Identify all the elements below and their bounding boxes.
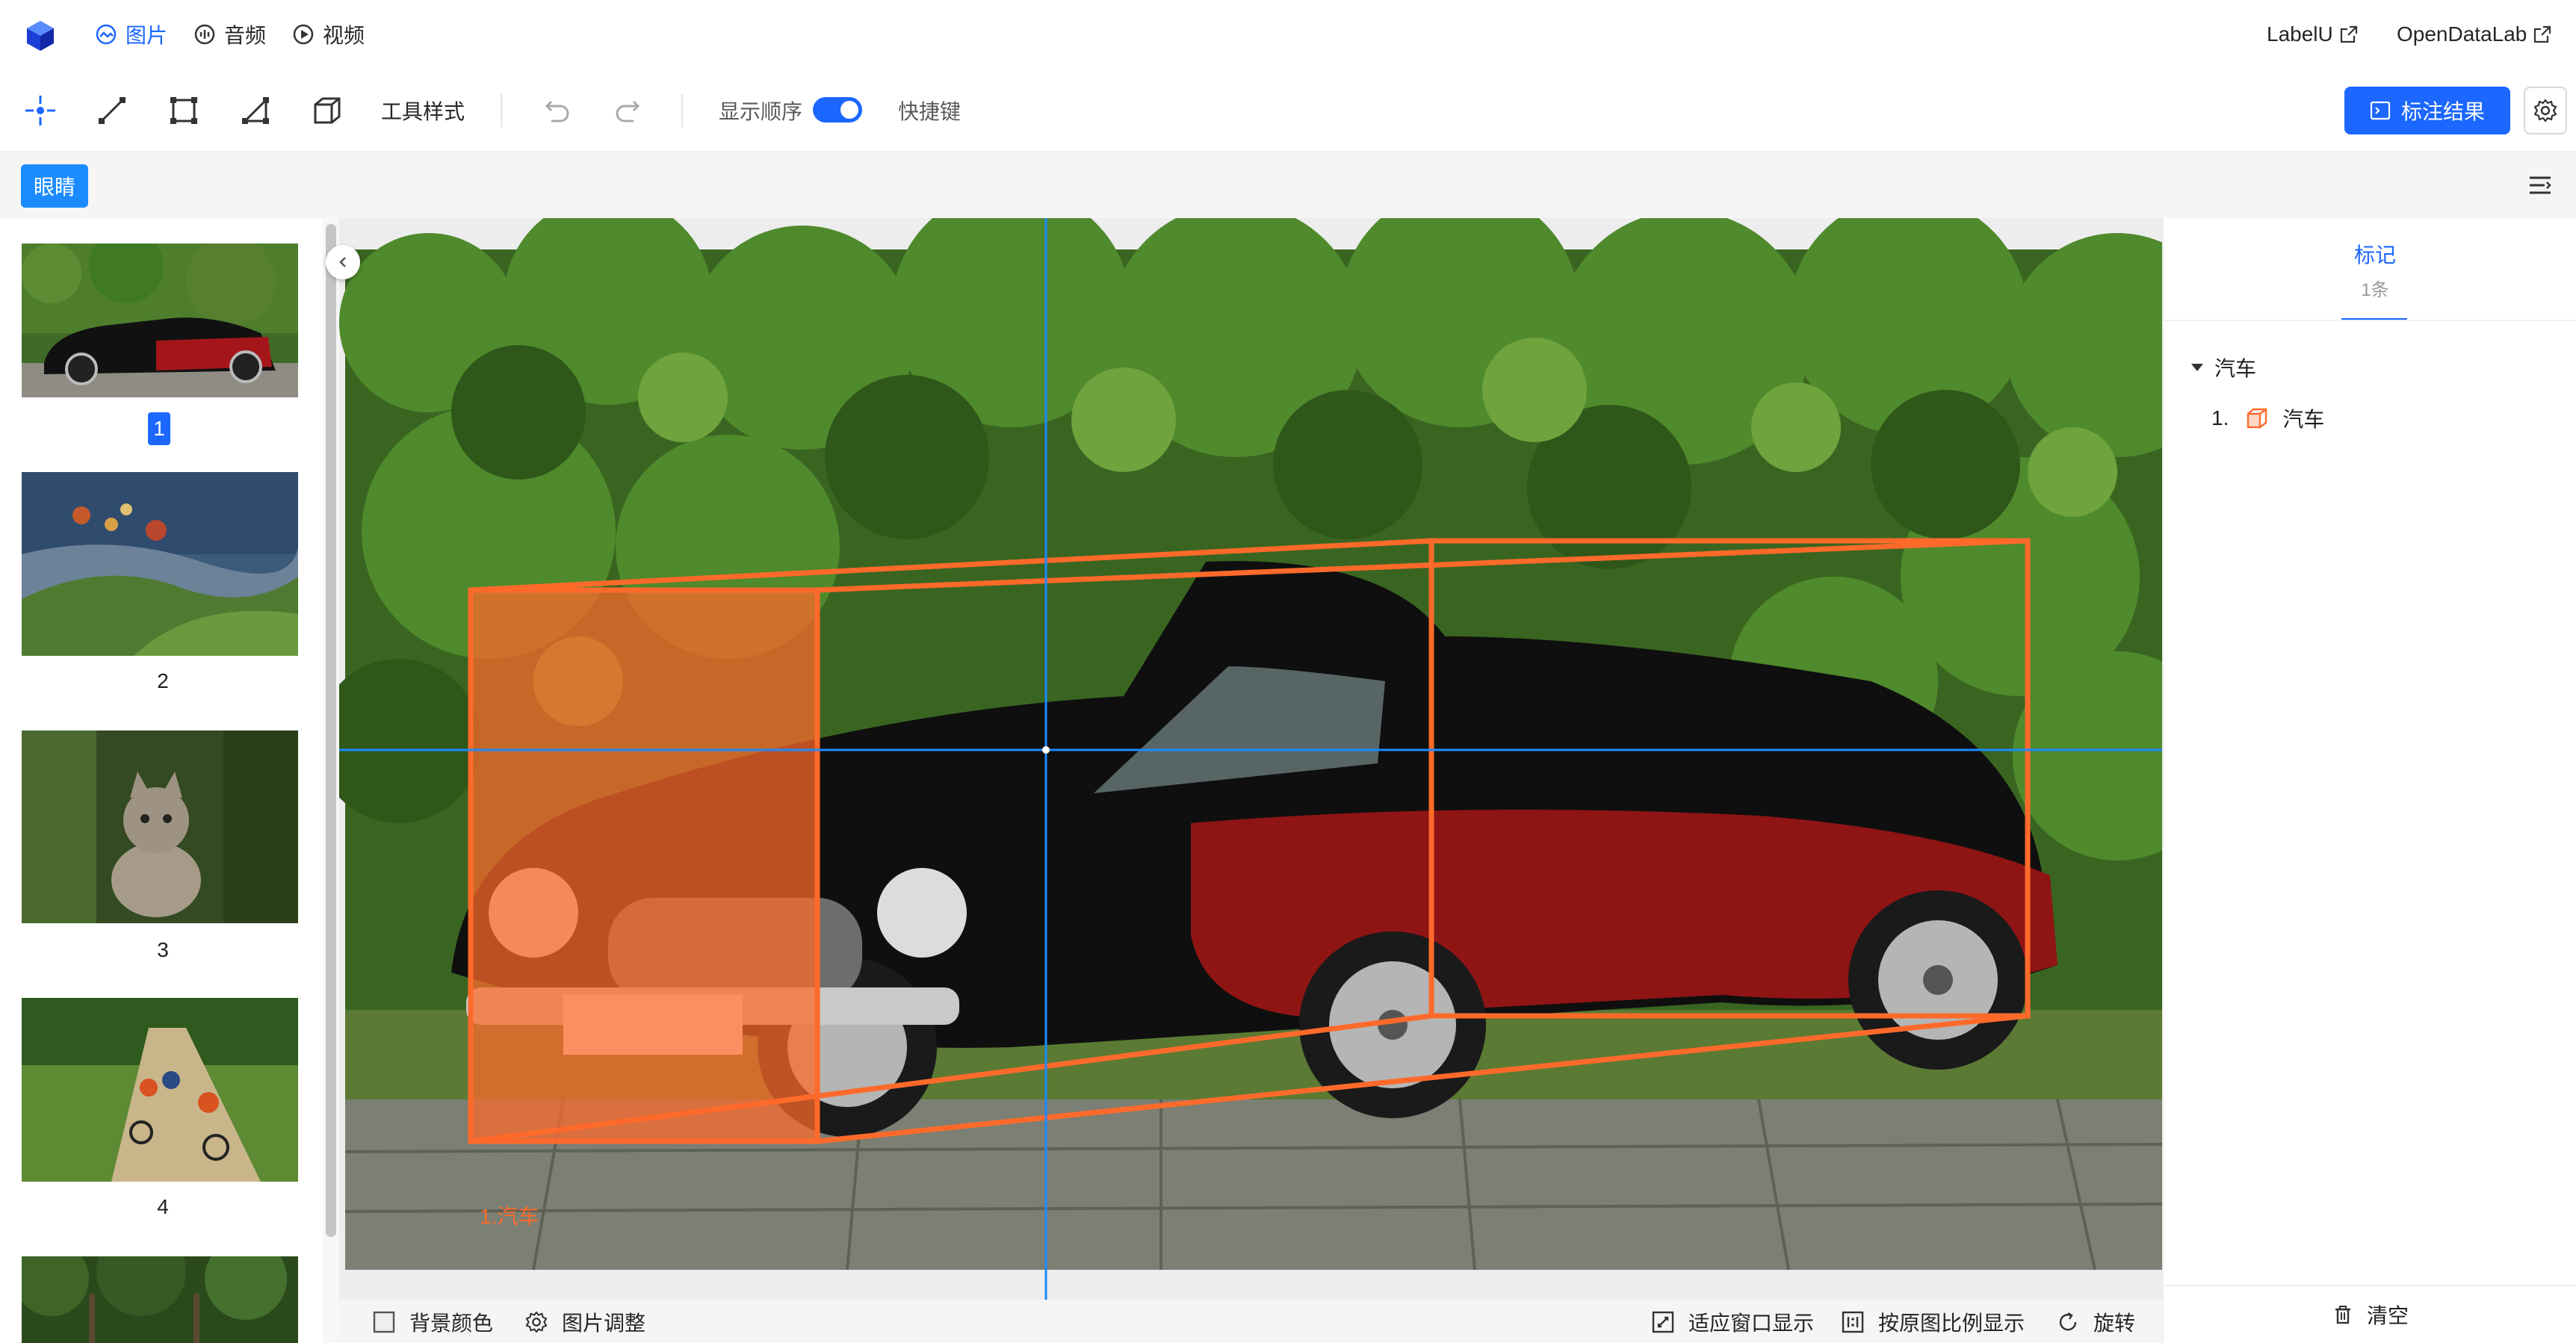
annotation-item-label: 汽车 xyxy=(2282,408,2325,431)
caret-down-icon xyxy=(2191,364,2203,371)
thumbnail-5[interactable] xyxy=(22,1256,298,1343)
labelu-link-label: LabelU xyxy=(2267,22,2333,46)
undo-icon xyxy=(545,100,569,122)
top-nav: 图片 音频 视频 LabelU OpenDataLab xyxy=(0,0,2576,69)
panel-divider xyxy=(2164,320,2576,321)
original-ratio-button[interactable]: 按原图比例显示 xyxy=(1841,1309,2025,1336)
annotation-panel: 标记 1条 汽车 1. 汽车 清空 xyxy=(2162,218,2576,1343)
annotation-group-label: 汽车 xyxy=(2214,357,2257,380)
rect-tool-icon xyxy=(170,97,197,124)
cuboid-tool-button[interactable] xyxy=(306,90,348,131)
image-adjust-label: 图片调整 xyxy=(562,1312,646,1335)
nav-tab-video[interactable]: 视频 xyxy=(291,18,365,51)
line-tool-icon xyxy=(99,97,126,124)
annotation-label-text: 1.汽车 xyxy=(480,1205,539,1228)
external-link-icon xyxy=(2340,25,2357,43)
label-chip-eye[interactable]: 眼睛 xyxy=(21,164,88,208)
nav-tab-label: 音频 xyxy=(224,24,267,47)
canvas-stage[interactable]: 1.汽车 xyxy=(339,218,2162,1300)
thumbnail-index: 4 xyxy=(157,1195,169,1218)
undo-button[interactable] xyxy=(536,90,578,131)
polygon-tool-icon xyxy=(242,97,269,124)
settings-button[interactable] xyxy=(2524,87,2567,134)
label-chip-text: 眼睛 xyxy=(33,176,75,199)
thumbnail-bikers-image xyxy=(22,998,298,1182)
cuboid-tool-icon xyxy=(314,97,341,124)
clear-annotations-button[interactable]: 清空 xyxy=(2164,1285,2576,1343)
opendatalab-link-label: OpenDataLab xyxy=(2397,22,2527,46)
gear-icon xyxy=(2533,99,2557,122)
nav-tab-audio[interactable]: 音频 xyxy=(193,18,266,51)
trash-icon xyxy=(2335,1306,2350,1324)
thumbnail-list: 1 2 3 4 xyxy=(0,218,323,1343)
background-color-label: 背景颜色 xyxy=(409,1312,494,1335)
point-tool-icon xyxy=(25,96,55,125)
polygon-tool-button[interactable] xyxy=(235,90,276,131)
annotation-result-label: 标注结果 xyxy=(2400,100,2485,123)
thumbnail-scrollbar[interactable] xyxy=(326,224,336,1237)
annotation-group-car[interactable]: 汽车 xyxy=(2189,353,2256,382)
audio-icon xyxy=(194,24,215,45)
canvas-bottom-bar: 背景颜色 图片调整 适应窗口显示 按原图比例显示 旋转 xyxy=(339,1300,2162,1343)
tab-annotations-label: 标记 xyxy=(2353,244,2396,267)
app-logo-icon[interactable] xyxy=(24,19,57,52)
cuboid-icon xyxy=(2247,408,2267,429)
thumbnail-1[interactable] xyxy=(22,244,298,397)
background-color-button[interactable]: 背景颜色 xyxy=(372,1309,493,1336)
redo-icon xyxy=(616,100,640,122)
clear-label: 清空 xyxy=(2366,1304,2409,1327)
point-tool-button[interactable] xyxy=(19,90,61,131)
rotate-icon xyxy=(2059,1312,2077,1331)
tab-annotations[interactable]: 标记 1条 xyxy=(2343,239,2407,301)
external-link-icon xyxy=(2534,25,2551,43)
labelu-link[interactable]: LabelU xyxy=(2267,18,2359,51)
toolbar-divider xyxy=(501,94,502,127)
nav-tab-label: 视频 xyxy=(323,24,365,47)
thumbnail-index: 1 xyxy=(148,412,170,445)
tool-style-button[interactable]: 工具样式 xyxy=(381,96,465,125)
annotation-item-index: 1. xyxy=(2211,406,2229,429)
opendatalab-link[interactable]: OpenDataLab xyxy=(2397,18,2552,51)
fit-window-label: 适应窗口显示 xyxy=(1688,1312,1815,1335)
square-icon xyxy=(373,1311,395,1333)
show-order-label: 显示顺序 xyxy=(719,100,803,123)
show-order-toggle[interactable] xyxy=(813,97,862,122)
thumbnail-index: 2 xyxy=(157,669,169,692)
expand-icon xyxy=(1652,1311,1674,1333)
fit-window-button[interactable]: 适应窗口显示 xyxy=(1651,1309,1814,1336)
thumbnail-balloons-image xyxy=(22,472,298,656)
chevron-left-icon xyxy=(339,257,346,267)
video-icon xyxy=(293,24,314,45)
rect-tool-button[interactable] xyxy=(163,90,205,131)
line-tool-button[interactable] xyxy=(91,90,133,131)
thumbnail-kitten-image xyxy=(22,731,298,923)
thumbnail-car-image xyxy=(22,244,298,397)
redo-button[interactable] xyxy=(607,90,648,131)
rotate-label: 旋转 xyxy=(2093,1312,2136,1335)
original-ratio-label: 按原图比例显示 xyxy=(1878,1312,2025,1335)
annotation-result-button[interactable]: 标注结果 xyxy=(2344,87,2510,134)
ratio-icon xyxy=(1842,1311,1864,1333)
terminal-icon xyxy=(2370,101,2391,120)
tab-annotations-count: 1条 xyxy=(2361,280,2389,300)
nav-tab-label: 图片 xyxy=(126,24,168,47)
image-adjust-button[interactable]: 图片调整 xyxy=(524,1309,645,1336)
shortcuts-button[interactable]: 快捷键 xyxy=(898,96,961,125)
gear-icon xyxy=(525,1311,548,1333)
collapse-sidebar-button[interactable] xyxy=(326,245,360,279)
annotation-toolbar: 工具样式 显示顺序 快捷键 标注结果 xyxy=(0,69,2576,152)
nav-tab-image[interactable]: 图片 xyxy=(94,18,167,51)
thumbnail-index: 3 xyxy=(157,938,169,961)
annotation-canvas[interactable]: 1.汽车 xyxy=(339,218,2162,1300)
collapse-attributes-icon[interactable] xyxy=(2527,172,2554,199)
image-icon xyxy=(96,24,117,45)
toolbar-divider xyxy=(681,94,683,127)
label-bar: 眼睛 xyxy=(0,152,2576,218)
rotate-button[interactable]: 旋转 xyxy=(2056,1309,2135,1336)
thumbnail-2[interactable] xyxy=(22,472,298,656)
thumbnail-trees-image xyxy=(22,1256,298,1343)
thumbnail-4[interactable] xyxy=(22,998,298,1182)
annotation-item[interactable]: 1. 汽车 xyxy=(2211,403,2324,433)
thumbnail-3[interactable] xyxy=(22,731,298,923)
